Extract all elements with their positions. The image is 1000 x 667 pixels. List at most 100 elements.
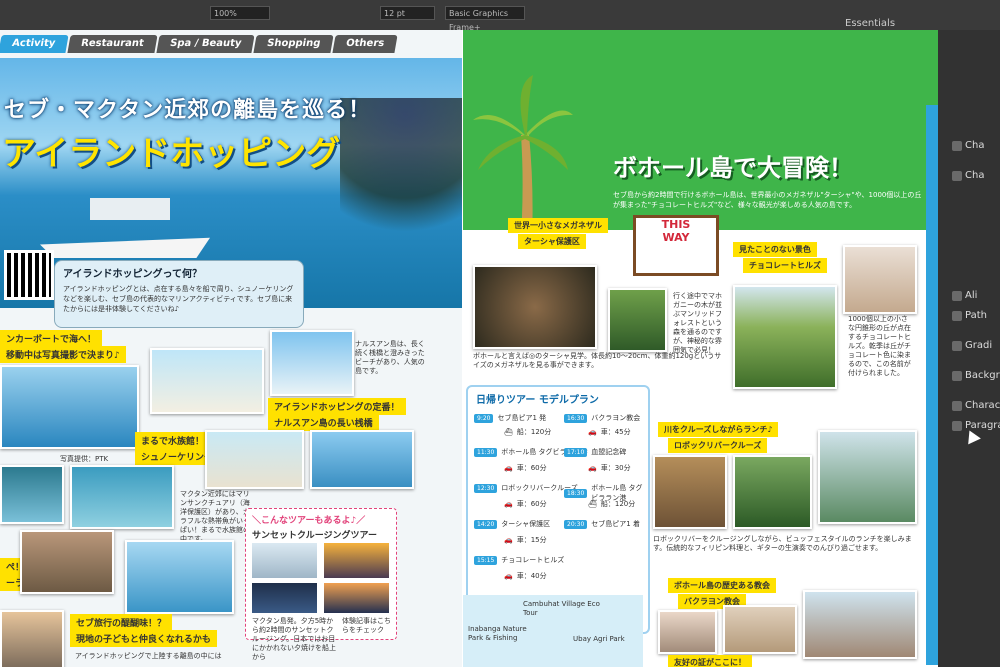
tour-name: サンセットクルージングツアー bbox=[252, 531, 378, 541]
tab-restaurant[interactable]: Restaurant bbox=[67, 35, 158, 53]
map-label: Cambuhat Village Eco Tour bbox=[523, 600, 600, 617]
sign-text: THIS bbox=[661, 218, 691, 231]
info-body: アイランドホッピングとは、点在する島々を船で周り、シュノーケリングなどを楽しむ、… bbox=[63, 285, 294, 313]
background-icon bbox=[952, 370, 962, 381]
panel-label: Cha bbox=[965, 140, 985, 151]
itinerary-row: 20:30 セブ島ピア1 着 bbox=[564, 519, 640, 529]
duration-text: 車：45分 bbox=[600, 428, 631, 436]
character-styles-icon bbox=[952, 170, 962, 181]
panel-label: Characte bbox=[965, 400, 1000, 411]
itinerary-time: 9:20 bbox=[474, 413, 494, 423]
photo-kids bbox=[0, 610, 64, 667]
photo-women-selfie bbox=[843, 245, 917, 314]
itinerary-place: ターシャ保護区 bbox=[501, 520, 551, 528]
duration-text: 船：120分 bbox=[516, 428, 552, 436]
itinerary-row: 16:30 バクラヨン教会 bbox=[564, 413, 640, 423]
info-title: アイランドホッピングって何？ bbox=[63, 269, 202, 280]
sign-text: WAY bbox=[662, 231, 690, 244]
photo-baclayon-church bbox=[803, 590, 917, 659]
pathfinder-icon bbox=[952, 310, 962, 321]
align-icon bbox=[952, 290, 962, 301]
itinerary-duration: 🚗 車：40分 bbox=[504, 571, 547, 581]
tag: 友好の証がここに！ bbox=[668, 655, 752, 667]
itinerary-row: 15:15 チョコレートヒルズ bbox=[474, 555, 564, 565]
panel-item-cha-2[interactable]: Cha bbox=[952, 170, 984, 181]
panel-label: Backgr bbox=[965, 370, 1000, 381]
itinerary-time: 11:30 bbox=[474, 447, 498, 457]
photo-tarsier bbox=[473, 265, 597, 349]
tab-spa-beauty[interactable]: Spa / Beauty bbox=[156, 35, 255, 53]
boat-icon: ⛴ bbox=[588, 500, 597, 508]
panel-item-pathfinder[interactable]: Path bbox=[952, 310, 987, 321]
panel-item-gradient[interactable]: Gradi bbox=[952, 340, 992, 351]
photo-fish-2 bbox=[70, 465, 174, 529]
panel-item-cha-1[interactable]: Cha bbox=[952, 140, 984, 151]
photo-boat-women bbox=[0, 365, 139, 449]
itinerary-time: 14:20 bbox=[474, 519, 498, 529]
itinerary-time: 12:30 bbox=[474, 483, 498, 493]
ribbon: 移動中は写真撮影で決まり♪ bbox=[0, 346, 126, 363]
itinerary-place: セブ島ピア1 発 bbox=[497, 414, 547, 422]
info-box: アイランドホッピングって何？ アイランドホッピングとは、点在する島々を船で周り、… bbox=[54, 260, 304, 328]
side-text: ナルスアン島は、長く続く桟橋と澄みきったビーチがあり、人気の島です。 bbox=[355, 340, 425, 375]
left-page[interactable]: Activity Restaurant Spa / Beauty Shoppin… bbox=[0, 30, 462, 667]
photo-cruise bbox=[252, 543, 317, 578]
ribbon: アイランドホッピングの定番！ bbox=[268, 398, 406, 415]
itinerary-time: 15:15 bbox=[474, 555, 498, 565]
itinerary-duration: 🚗 車：60分 bbox=[504, 463, 547, 473]
tag: チョコレートヒルズ bbox=[743, 258, 827, 273]
headline-small: セブ・マクタン近郊の離島を巡る！ bbox=[4, 98, 372, 123]
duration-text: 車：15分 bbox=[516, 536, 547, 544]
tarsier-text: ボホールと言えば◎のターシャ見学。体長約10〜20cm、体重約120gというサイ… bbox=[473, 352, 722, 369]
itinerary-row: 17:10 血盟記念碑 bbox=[564, 447, 626, 457]
tag: ターシャ保護区 bbox=[518, 234, 586, 249]
aquarium-text: マクタン近郊にはマリンサンクチュアリ（海洋保護区）があり、カラフルな熱帯魚がいっ… bbox=[180, 490, 250, 543]
photo-credit: 写真提供：PTK bbox=[60, 455, 109, 463]
itinerary-place: チョコレートヒルズ bbox=[501, 556, 565, 564]
character-styles-icon bbox=[952, 400, 962, 411]
itinerary-duration: 🚗 車：60分 bbox=[504, 499, 547, 509]
duration-text: 車：30分 bbox=[600, 464, 631, 472]
panel-item-character[interactable]: Characte bbox=[952, 400, 1000, 411]
car-icon: 🚗 bbox=[504, 464, 513, 472]
zoom-field[interactable]: 100% bbox=[210, 6, 270, 20]
frame-style-dropdown[interactable]: Basic Graphics Frame+ bbox=[445, 6, 525, 32]
car-icon: 🚗 bbox=[588, 428, 597, 436]
tour-more-link[interactable]: 体験記事はこちらをチェック bbox=[342, 617, 392, 635]
workspace-switcher[interactable]: Essentials bbox=[845, 18, 895, 29]
tour-title: ＼こんなツアーもあるよ♪／ bbox=[252, 516, 366, 526]
duration-text: 船：120分 bbox=[600, 500, 636, 508]
font-size-field[interactable]: 12 pt bbox=[380, 6, 435, 20]
car-icon: 🚗 bbox=[588, 464, 597, 472]
itinerary-duration: 🚗 車：45分 bbox=[588, 427, 631, 437]
itinerary-time: 20:30 bbox=[564, 519, 588, 529]
photo-boats bbox=[125, 540, 234, 614]
itinerary-place: バクラヨン教会 bbox=[591, 414, 641, 422]
itinerary-time: 16:30 bbox=[564, 413, 588, 423]
panel-item-align[interactable]: Ali bbox=[952, 290, 977, 301]
itinerary-time: 17:10 bbox=[564, 447, 588, 457]
photo-sunset bbox=[324, 543, 389, 578]
gradient-icon bbox=[952, 340, 962, 351]
photo-river-boat bbox=[818, 430, 917, 524]
right-panel-dock: Cha Cha Ali Path Gradi Backgr Characte P… bbox=[937, 30, 1000, 667]
photo-night bbox=[252, 583, 317, 613]
artboard[interactable]: Activity Restaurant Spa / Beauty Shoppin… bbox=[0, 30, 938, 667]
tour-body: マクタン島発。夕方5時から約2時間のサンセットクルージング。日本ではお目にかかれ… bbox=[252, 617, 336, 661]
photo-sea-sunset bbox=[324, 583, 389, 613]
panel-item-background[interactable]: Backgr bbox=[952, 370, 1000, 381]
itinerary-title: 日帰りツアー モデルプラン bbox=[476, 395, 599, 406]
itinerary-duration: ⛴ 船：120分 bbox=[504, 427, 551, 437]
duration-text: 車：60分 bbox=[516, 500, 547, 508]
tab-activity[interactable]: Activity bbox=[0, 35, 69, 53]
right-page[interactable]: ボホール島で大冒険！ セブ島から約2時間で行けるボホール島は、世界最小のメガネザ… bbox=[463, 30, 938, 667]
character-icon bbox=[952, 140, 962, 151]
tab-shopping[interactable]: Shopping bbox=[253, 35, 334, 53]
bohol-map[interactable]: Cambuhat Village Eco Tour Inabanga Natur… bbox=[463, 595, 643, 667]
photo-chocolate-hills bbox=[733, 285, 837, 389]
photo-bbq bbox=[20, 530, 114, 594]
boat-cabin bbox=[90, 198, 170, 220]
headline-big: アイランドホッピング bbox=[2, 134, 341, 174]
tab-others[interactable]: Others bbox=[332, 35, 398, 53]
panel-label: Gradi bbox=[965, 340, 993, 351]
